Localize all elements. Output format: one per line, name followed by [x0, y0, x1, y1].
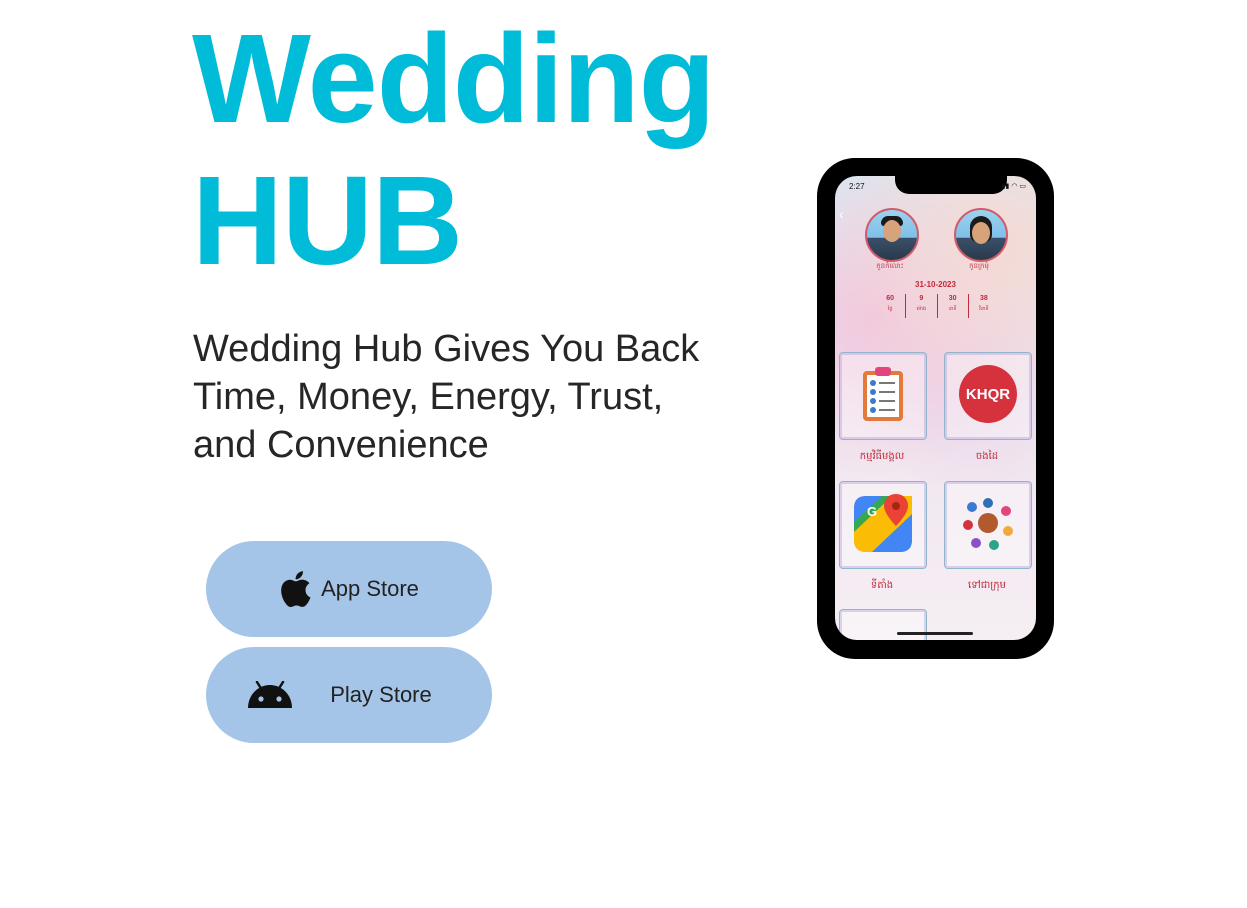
android-icon [246, 681, 294, 709]
svg-text:KHQR: KHQR [966, 386, 1010, 403]
group-people-icon [958, 493, 1018, 558]
hero-subtitle: Wedding Hub Gives You Back Time, Money, … [193, 328, 700, 466]
back-arrow-icon[interactable]: ‹ [839, 206, 844, 222]
status-icons: ▮▮ ◠ ▭ [1001, 183, 1026, 190]
tile-location-label: ទីតាំង [870, 580, 894, 591]
countdown-hours: 9 ម៉ោង [906, 294, 938, 318]
hero-title-line2: HUB [192, 150, 463, 291]
app-store-label: App Store [321, 576, 419, 601]
tile-partial[interactable] [839, 609, 927, 640]
tile-program-label: កម្មវិធីមង្គល [859, 451, 905, 462]
khqr-icon: KHQR [958, 364, 1018, 429]
phone-mockup: 2:27 ▮▮ ◠ ▭ ‹ កូនកំលោះ កូនក្រមុំ 31-10-2… [817, 158, 1054, 659]
hero-title-line1: Wedding [192, 8, 716, 149]
tile-khqr[interactable]: KHQR [944, 352, 1032, 440]
groom-label: កូនកំលោះ [876, 263, 904, 270]
groom-avatar [865, 208, 919, 262]
app-store-button[interactable]: App Store [206, 541, 492, 637]
bride-label: កូនក្រមុំ [969, 263, 989, 270]
tile-program[interactable] [839, 352, 927, 440]
countdown-seconds: 38 វិនាទី [979, 295, 989, 312]
svg-text:G: G [867, 504, 877, 519]
play-store-label: Play Store [330, 682, 432, 707]
phone-screen: 2:27 ▮▮ ◠ ▭ ‹ កូនកំលោះ កូនក្រមុំ 31-10-2… [835, 176, 1036, 640]
home-indicator [897, 632, 973, 635]
phone-notch [895, 176, 1007, 194]
tile-location[interactable]: G [839, 481, 927, 569]
wedding-date: 31-10-2023 [915, 280, 956, 289]
bride-avatar [954, 208, 1008, 262]
play-store-button[interactable]: Play Store [206, 647, 492, 743]
tile-khqr-label: ចងដៃ [975, 451, 999, 462]
apple-icon [279, 570, 311, 608]
google-maps-icon: G [852, 492, 914, 559]
status-time: 2:27 [849, 182, 865, 191]
countdown-days: 60 ថ្ងៃ [875, 294, 907, 318]
tile-group-label: ទៅជាក្រុម [968, 580, 1006, 591]
clipboard-checklist-icon [861, 365, 905, 428]
countdown: 60 ថ្ងៃ 9 ម៉ោង 30 នាទី 38 វិនាទី [875, 294, 999, 318]
countdown-minutes: 30 នាទី [938, 294, 969, 318]
tile-group[interactable] [944, 481, 1032, 569]
